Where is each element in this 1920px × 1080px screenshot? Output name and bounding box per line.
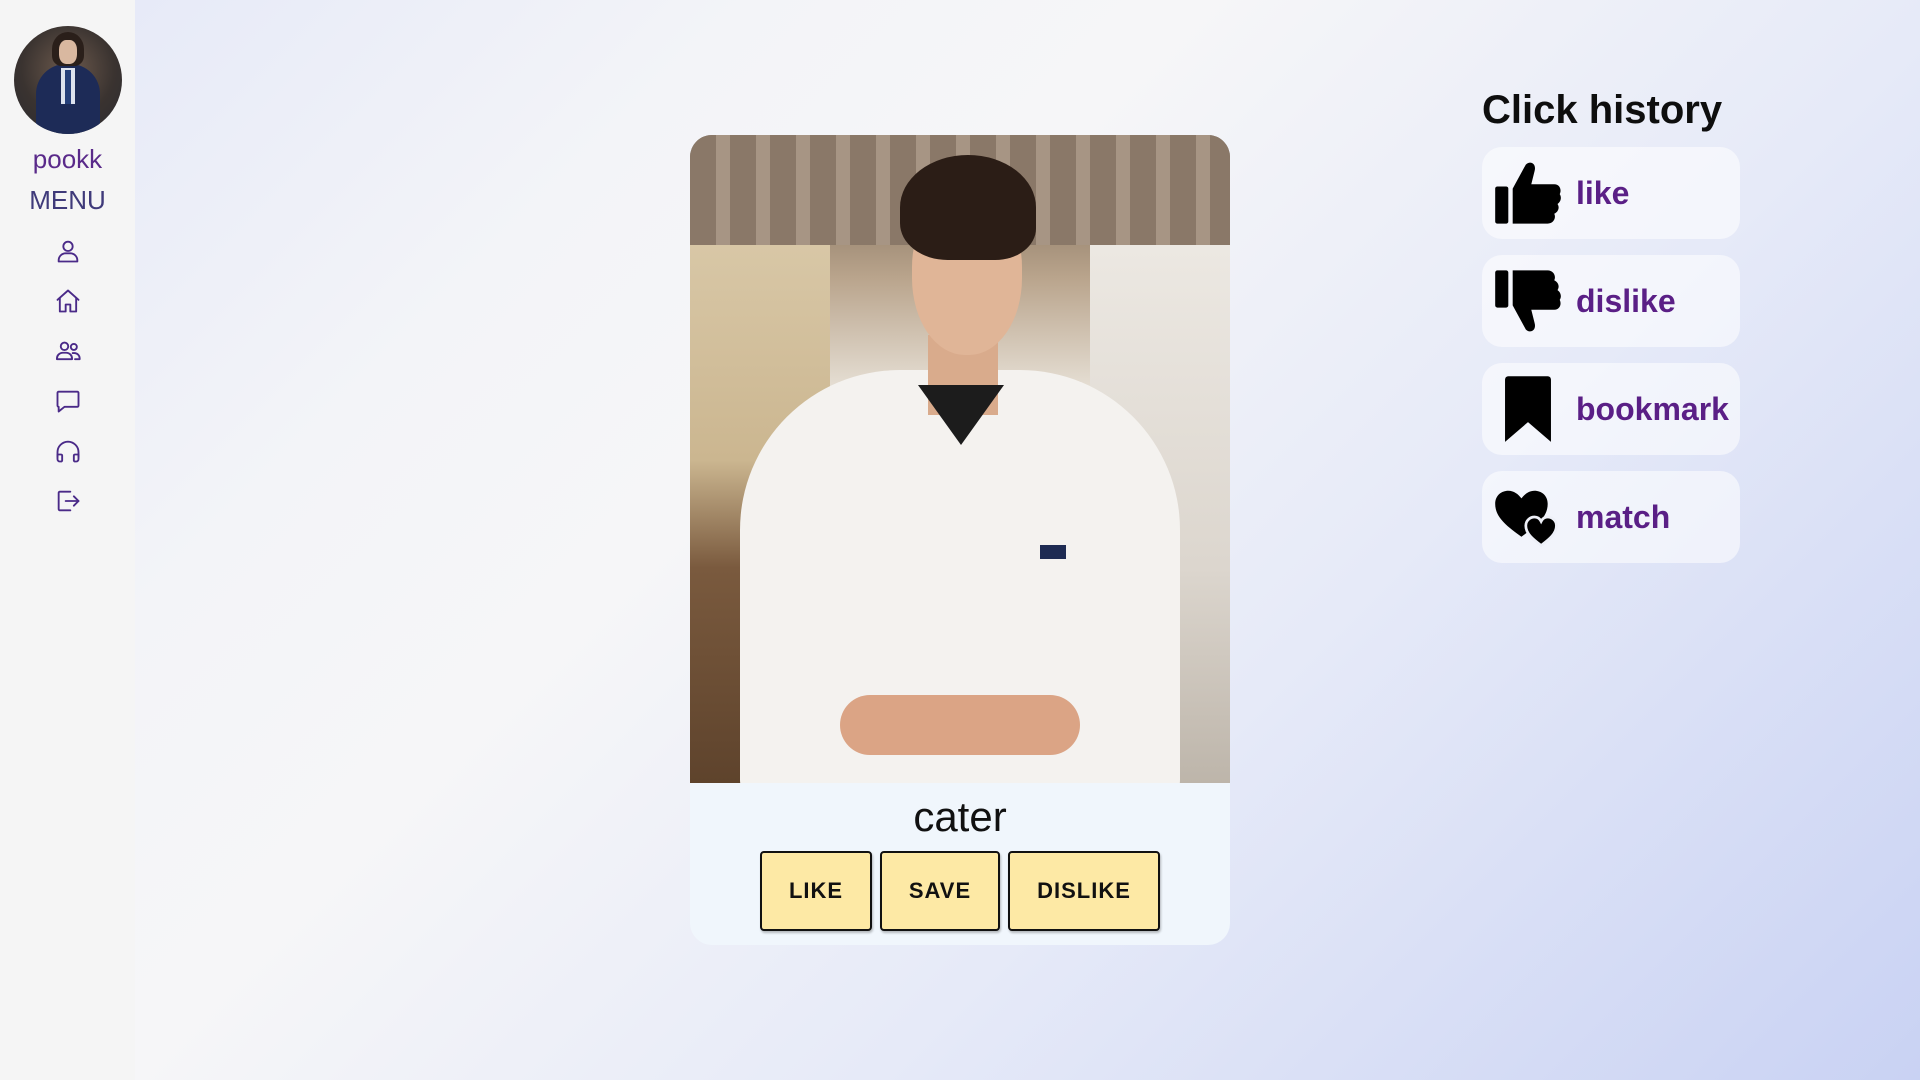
profile-photo — [690, 135, 1230, 783]
dislike-button[interactable]: DISLIKE — [1008, 851, 1160, 931]
headphones-icon — [56, 440, 79, 463]
user-icon — [57, 240, 78, 263]
history-label-dislike: dislike — [1576, 282, 1676, 319]
like-button[interactable]: LIKE — [760, 851, 872, 931]
history-item-dislike[interactable]: dislike — [1482, 255, 1740, 347]
history-label-bookmark: bookmark — [1576, 390, 1729, 427]
profile-name: cater — [913, 793, 1007, 840]
logout-icon — [57, 490, 79, 512]
chat-icon — [56, 390, 79, 413]
action-buttons: LIKE SAVE DISLIKE — [690, 851, 1230, 931]
history-item-like[interactable]: like — [1482, 147, 1740, 239]
nav-friends-button[interactable] — [53, 336, 83, 366]
bookmark-icon — [1505, 376, 1551, 442]
user-avatar[interactable] — [13, 26, 122, 134]
click-history-panel: Click history like dislike bookmark matc… — [1482, 88, 1762, 579]
nav-profile-button[interactable] — [53, 236, 83, 266]
nav-support-button[interactable] — [53, 436, 83, 466]
history-item-match[interactable]: match — [1482, 471, 1740, 563]
profile-card: cater LIKE SAVE DISLIKE — [690, 135, 1230, 945]
history-label-like: like — [1576, 174, 1630, 211]
thumbs-up-icon — [1495, 162, 1561, 224]
thumbs-down-icon — [1495, 270, 1561, 332]
menu-label: MENU — [29, 185, 106, 215]
hearts-icon — [1495, 490, 1558, 548]
users-icon — [55, 341, 81, 361]
username: pookk — [32, 144, 103, 174]
sidebar: pookk MENU — [0, 0, 135, 1080]
history-item-bookmark[interactable]: bookmark — [1482, 363, 1740, 455]
save-button[interactable]: SAVE — [880, 851, 1000, 931]
nav-logout-button[interactable] — [53, 486, 83, 516]
nav-chat-button[interactable] — [53, 386, 83, 416]
history-label-match: match — [1576, 498, 1671, 535]
nav-home-button[interactable] — [53, 286, 83, 316]
home-icon — [56, 289, 79, 313]
click-history-title: Click history — [1482, 88, 1723, 132]
